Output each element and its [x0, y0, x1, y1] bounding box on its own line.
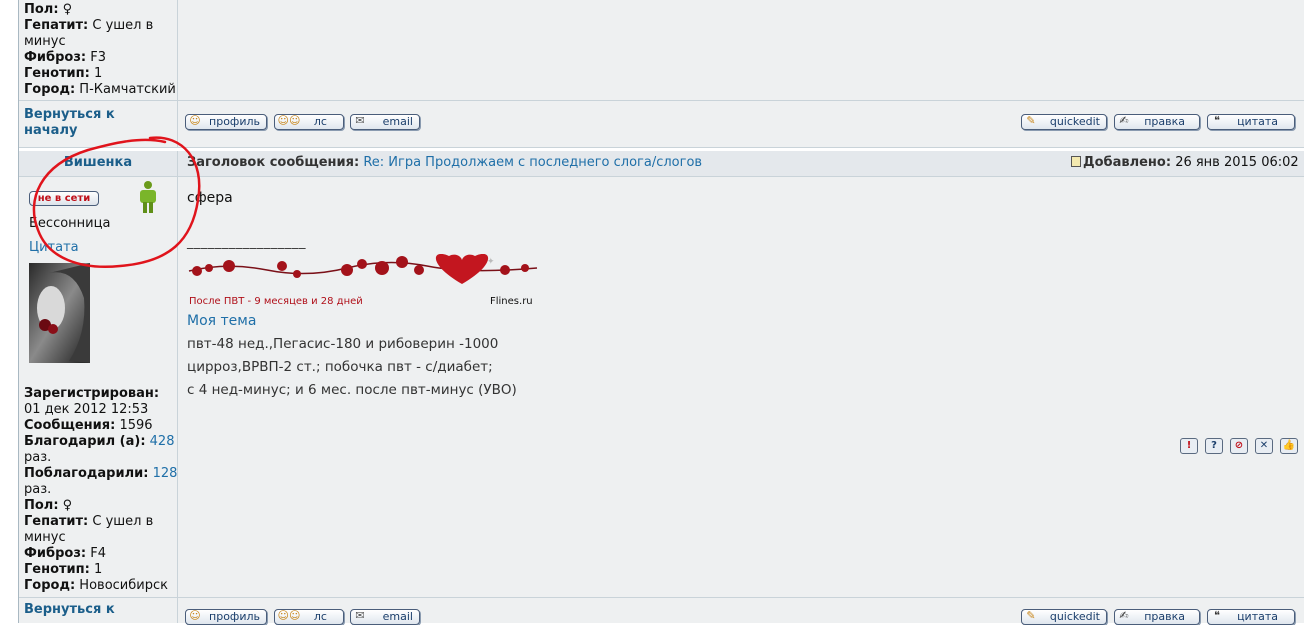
quickedit-icon: ✎ — [1026, 114, 1036, 127]
delete-icon[interactable]: ✕ — [1255, 438, 1273, 454]
profile-icon: ☺ — [189, 114, 201, 127]
signature-line: с 4 нед-минус; и 6 мес. после пвт-минус … — [187, 382, 517, 398]
signature-line: цирроз,ВРВП-2 ст.; побочка пвт - с/диабе… — [187, 359, 493, 375]
reg-label: Зарегистрирован: — [24, 386, 160, 401]
quote-link[interactable]: Цитата — [29, 240, 79, 256]
profile-icon: ☺ — [189, 609, 201, 622]
svg-text:✦: ✦ — [487, 257, 495, 267]
post-body-cell: сфера _________________ ✦ После ПВТ - 9 … — [178, 177, 1304, 597]
quickedit-button[interactable]: ✎ quickedit — [1021, 114, 1107, 130]
quote-icon: ❝ — [1214, 609, 1220, 622]
author-profile-cell: не в сети Бессонница Цитата Зарегистриро… — [19, 177, 178, 597]
pm-button[interactable]: ☺☺ лс — [274, 114, 344, 130]
hep-label: Гепатит: — [24, 18, 89, 33]
thumbs-up-icon[interactable]: 👍 — [1280, 438, 1298, 454]
quote-icon: ❝ — [1214, 114, 1220, 127]
thanked-suffix: раз. — [24, 450, 52, 465]
report-icon[interactable]: ! — [1180, 438, 1198, 454]
added-label: Добавлено: — [1083, 155, 1172, 170]
posts-count: 1596 — [119, 418, 153, 433]
divider — [19, 147, 1304, 148]
posts-label: Сообщения: — [24, 418, 116, 433]
users-icon: ☺☺ — [277, 114, 301, 127]
city-value: П-Камчатский — [79, 82, 176, 97]
was-thanked-label: Поблагодарили: — [24, 466, 149, 481]
prev-profile-cell: Пол: ♀ Гепатит: С ушел в минус Фиброз: F… — [19, 0, 178, 100]
geno-label: Генотип: — [24, 562, 90, 577]
user-title: Бессонница — [29, 216, 111, 231]
email-button[interactable]: ✉ email — [350, 114, 420, 130]
edit-button[interactable]: ✍ правка — [1114, 114, 1200, 130]
help-icon[interactable]: ? — [1205, 438, 1223, 454]
hep-value-cont: минус — [24, 34, 66, 49]
back-to-top-link-cont[interactable]: началу — [24, 123, 77, 139]
back-to-top-link[interactable]: Вернуться к — [24, 107, 115, 123]
signature-line: пвт-48 нед.,Пегасис-180 и рибоверин -100… — [187, 336, 499, 352]
fib-value: F4 — [90, 546, 106, 561]
hep-value: С ушел в — [92, 514, 154, 529]
hep-value: С ушел в — [92, 18, 154, 33]
quickedit-icon: ✎ — [1026, 609, 1036, 622]
banner-site: Flines.ru — [490, 296, 533, 307]
author-header-cell: Вишенка — [19, 151, 178, 176]
hep-value-cont: минус — [24, 530, 66, 545]
geno-value: 1 — [93, 562, 103, 577]
subject-link[interactable]: Re: Игра Продолжаем с последнего слога/с… — [363, 155, 702, 170]
back-to-top-cell: Вернуться к началу — [19, 101, 178, 147]
edit-icon: ✍ — [1119, 114, 1129, 127]
gender-label: Пол: — [24, 2, 59, 17]
users-icon: ☺☺ — [277, 609, 301, 622]
added-date: 26 янв 2015 06:02 — [1175, 155, 1299, 170]
geno-value: 1 — [93, 66, 103, 81]
fib-label: Фиброз: — [24, 546, 87, 561]
gender-label: Пол: — [24, 498, 59, 513]
envelope-icon: ✉ — [355, 114, 365, 127]
post-header-cell: Заголовок сообщения: Re: Игра Продолжаем… — [178, 151, 1304, 176]
gender-value: ♀ — [62, 2, 73, 17]
quote-button[interactable]: ❝ цитата — [1207, 114, 1295, 130]
thanked-count[interactable]: 428 — [150, 434, 175, 449]
signature-divider: _________________ — [187, 235, 306, 250]
was-thanked-count[interactable]: 128 — [153, 466, 178, 481]
post-icon — [1071, 156, 1081, 167]
prev-post-cell — [178, 0, 1304, 100]
user-figure-icon — [140, 181, 156, 213]
thanked-label: Благодарил (а): — [24, 434, 146, 449]
was-thanked-suffix: раз. — [24, 482, 52, 497]
ban-icon[interactable]: ⊘ — [1230, 438, 1248, 454]
geno-label: Генотип: — [24, 66, 90, 81]
city-label: Город: — [24, 82, 76, 97]
signature-banner-image: ✦ — [188, 254, 538, 284]
fib-value: F3 — [90, 50, 106, 65]
hep-label: Гепатит: — [24, 514, 89, 529]
fib-label: Фиброз: — [24, 50, 87, 65]
profile-button[interactable]: ☺ профиль — [185, 114, 267, 130]
post-body-text: сфера — [187, 190, 233, 206]
city-label: Город: — [24, 578, 76, 593]
post-author[interactable]: Вишенка — [19, 155, 177, 171]
avatar — [29, 263, 90, 363]
back-to-top-cell: Вернуться к — [19, 598, 178, 623]
post-actions-cell: ☺ профиль ☺☺ лс ✉ email ✎ quickedit ✍ правка … — [178, 101, 1304, 147]
post-actions-cell: ☺ профиль ☺☺ лс ✉ email ✎ quickedit ✍ правка … — [178, 598, 1304, 625]
back-to-top-link[interactable]: Вернуться к — [24, 602, 115, 618]
envelope-icon: ✉ — [355, 609, 365, 622]
gender-value: ♀ — [62, 498, 73, 513]
edit-icon: ✍ — [1119, 609, 1129, 622]
forum-table: Пол: ♀ Гепатит: С ушел в минус Фиброз: F… — [18, 0, 1304, 625]
banner-caption: После ПВТ - 9 месяцев и 28 дней — [189, 296, 363, 307]
reg-date: 01 дек 2012 12:53 — [24, 402, 149, 417]
offline-status-badge: не в сети — [29, 191, 99, 206]
subject-label: Заголовок сообщения: — [187, 155, 360, 170]
city-value: Новосибирск — [79, 578, 168, 593]
my-topic-link[interactable]: Моя тема — [187, 313, 256, 329]
